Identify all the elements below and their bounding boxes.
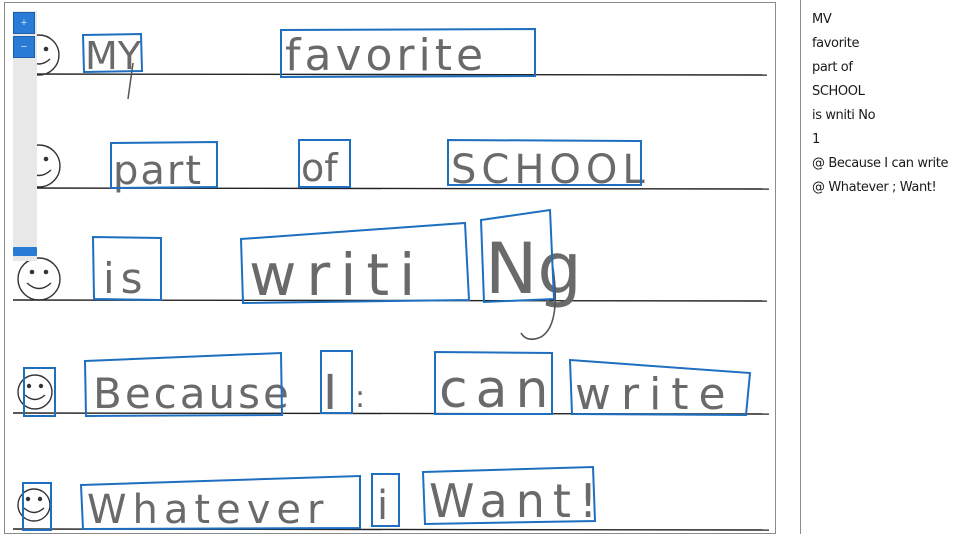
handwritten-page: MY favorite part of SCHOOL is writi Ng B… bbox=[12, 27, 770, 533]
transcription-line: @ Because I can write bbox=[812, 156, 949, 171]
handwritten-word: i bbox=[377, 483, 388, 529]
zoom-in-button[interactable]: + bbox=[13, 12, 35, 34]
handwritten-word: of bbox=[301, 146, 339, 190]
transcription-line: @ Whatever ; Want! bbox=[812, 180, 937, 195]
zoom-slider-handle[interactable] bbox=[13, 247, 37, 256]
transcription-panel: MV favorite part of SCHOOL is wniti No 1… bbox=[800, 0, 956, 534]
handwritten-word: favorite bbox=[285, 30, 487, 81]
zoom-out-button[interactable]: − bbox=[13, 36, 35, 58]
transcription-line: part of bbox=[812, 60, 853, 75]
handwritten-word: Whatever bbox=[87, 487, 329, 533]
transcription-line: favorite bbox=[812, 36, 860, 51]
handwritten-word: Because bbox=[93, 369, 292, 418]
transcription-line: is wniti No bbox=[812, 108, 876, 123]
document-viewer[interactable]: MY favorite part of SCHOOL is writi Ng B… bbox=[4, 2, 776, 534]
transcription-line: SCHOOL bbox=[812, 84, 865, 99]
handwritten-word: Want! bbox=[429, 474, 605, 528]
handwritten-word: write bbox=[575, 369, 736, 420]
transcription-line: MV bbox=[812, 12, 832, 27]
handwritten-word: Ng bbox=[485, 228, 582, 310]
handwritten-word: SCHOOL bbox=[451, 147, 650, 193]
smiley-icon bbox=[17, 257, 61, 301]
handwritten-word: is bbox=[103, 254, 149, 303]
transcription-line: 1 bbox=[812, 132, 820, 147]
handwritten-word: : bbox=[355, 380, 365, 415]
handwritten-word: writi bbox=[249, 241, 425, 309]
handwritten-word: can bbox=[439, 360, 556, 420]
